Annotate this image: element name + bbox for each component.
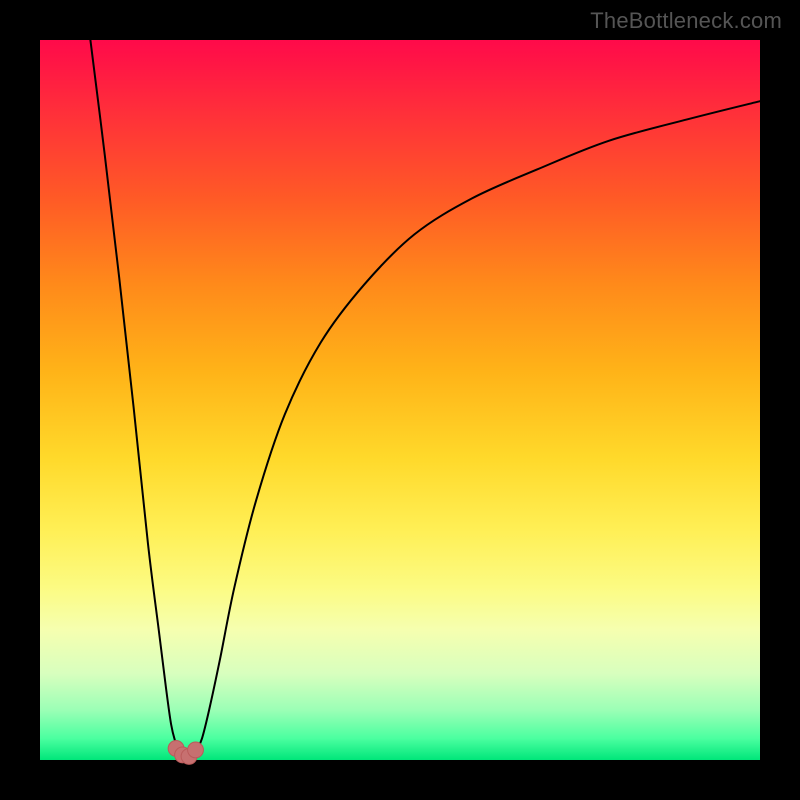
attribution-label: TheBottleneck.com: [590, 8, 782, 34]
chart-frame: TheBottleneck.com: [0, 0, 800, 800]
plot-area: [40, 40, 760, 760]
marker-point-3: [188, 742, 204, 758]
marker-group: [168, 741, 203, 765]
curve-group: [90, 40, 760, 755]
curve-left-branch: [90, 40, 179, 751]
chart-svg: [40, 40, 760, 760]
curve-right-branch: [196, 101, 760, 751]
